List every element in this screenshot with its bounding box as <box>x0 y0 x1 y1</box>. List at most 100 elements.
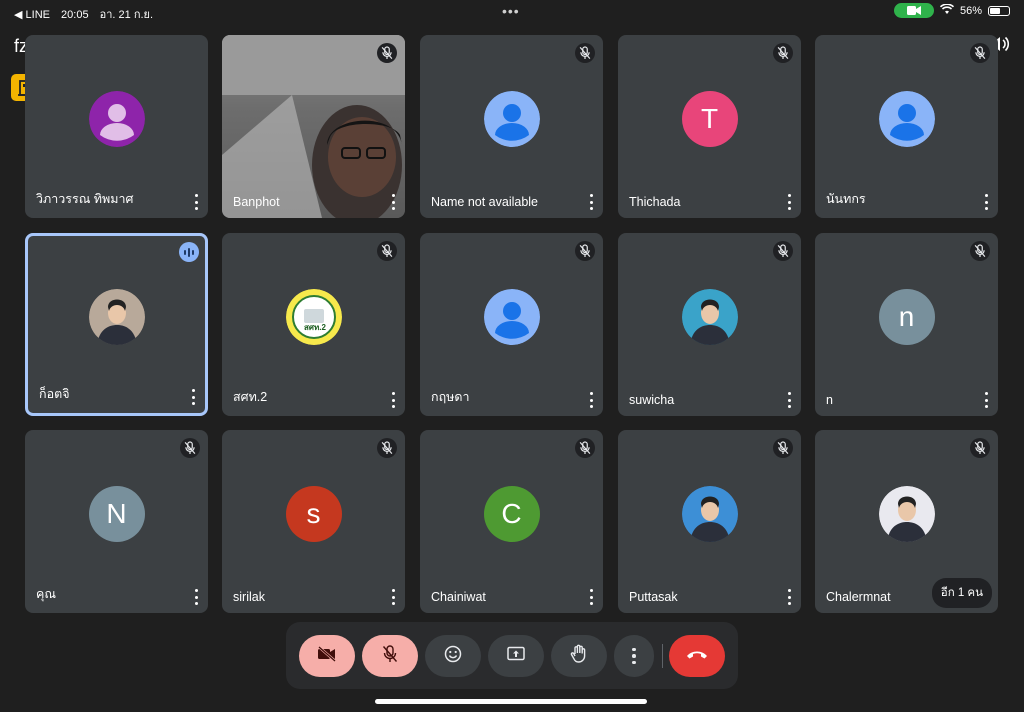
participant-tile[interactable]: Banphot <box>222 35 405 218</box>
mic-muted-icon <box>180 438 200 458</box>
participant-avatar <box>285 288 342 345</box>
call-controls-bar <box>286 622 738 689</box>
tile-more-options-icon[interactable] <box>783 392 795 408</box>
end-call-button[interactable] <box>669 635 725 677</box>
participant-name: คุณ <box>36 587 56 601</box>
more-vertical-icon <box>632 647 636 665</box>
participant-tile[interactable]: N คุณ <box>25 430 208 613</box>
participant-avatar: C <box>483 485 540 542</box>
participant-tile[interactable]: nn <box>815 233 998 416</box>
status-time: 20:05 <box>61 9 89 21</box>
participant-tile[interactable]: suwicha <box>618 233 801 416</box>
tile-more-options-icon[interactable] <box>585 392 597 408</box>
participant-name: Puttasak <box>629 590 678 604</box>
participant-name: n <box>826 393 833 407</box>
tile-more-options-icon[interactable] <box>585 589 597 605</box>
participant-name: Name not available <box>431 195 539 209</box>
smiley-icon <box>444 645 462 668</box>
mic-muted-icon <box>377 43 397 63</box>
participant-avatar <box>88 90 145 147</box>
more-participants-badge[interactable]: อีก 1 คน <box>931 578 992 608</box>
avatar-letter: n <box>898 300 915 332</box>
participant-name: วิภาวรรณ ทิพมาศ <box>36 192 134 206</box>
participant-tile[interactable]: Chalermnat อีก 1 คน <box>815 430 998 613</box>
mic-muted-icon <box>575 438 595 458</box>
mic-muted-icon <box>773 241 793 261</box>
tile-more-options-icon[interactable] <box>190 589 202 605</box>
participant-tile[interactable]: วิภาวรรณ ทิพมาศ <box>25 35 208 218</box>
avatar-letter: N <box>106 497 127 529</box>
multitask-dots-icon[interactable]: ••• <box>502 3 520 19</box>
avatar-letter: s <box>306 497 321 529</box>
home-indicator[interactable] <box>375 699 647 704</box>
present-screen-icon <box>507 646 525 667</box>
mic-muted-icon <box>575 241 595 261</box>
participant-avatar <box>483 288 540 345</box>
participant-avatar: n <box>878 288 935 345</box>
status-bar: ◀ LINE 20:05 อา. 21 ก.ย. ••• 56% <box>0 0 1024 22</box>
participant-avatar <box>88 288 145 345</box>
more-options-button[interactable] <box>614 635 654 677</box>
raise-hand-icon <box>570 644 588 669</box>
speaking-indicator-icon <box>179 242 199 262</box>
participant-tile[interactable]: Puttasak <box>618 430 801 613</box>
mic-muted-icon <box>970 438 990 458</box>
participant-avatar: N <box>88 485 145 542</box>
battery-percent: 56% <box>959 4 982 17</box>
participant-tile[interactable]: T Thichada <box>618 35 801 218</box>
tile-more-options-icon[interactable] <box>387 194 399 210</box>
participant-name: สศท.2 <box>233 390 268 404</box>
camera-off-button[interactable] <box>299 635 355 677</box>
participant-name: Chalermnat <box>826 590 891 604</box>
avatar-letter: T <box>700 102 719 134</box>
participant-name: กฤษดา <box>431 390 470 404</box>
participant-tile[interactable]: Name not available <box>420 35 603 218</box>
participant-video <box>222 35 405 218</box>
status-date: อา. 21 ก.ย. <box>99 9 154 21</box>
back-to-app-link[interactable]: ◀ LINE <box>14 9 50 21</box>
controls-divider <box>662 644 663 668</box>
present-screen-button[interactable] <box>488 635 544 677</box>
participant-name: ก็อตจิ <box>39 387 70 401</box>
camera-in-use-icon <box>893 3 934 18</box>
tile-more-options-icon[interactable] <box>980 194 992 210</box>
participant-avatar: T <box>681 90 738 147</box>
tile-more-options-icon[interactable] <box>980 392 992 408</box>
mic-muted-icon <box>970 241 990 261</box>
mic-muted-icon <box>773 43 793 63</box>
battery-icon <box>988 5 1010 16</box>
participant-name: Banphot <box>233 195 280 209</box>
participant-avatar <box>483 90 540 147</box>
tile-more-options-icon[interactable] <box>387 589 399 605</box>
tile-more-options-icon[interactable] <box>585 194 597 210</box>
participant-name: Thichada <box>629 195 681 209</box>
participant-name: Chainiwat <box>431 590 486 604</box>
participant-tile[interactable]: s sirilak <box>222 430 405 613</box>
participant-avatar <box>878 90 935 147</box>
logo-text: สศท.2 <box>304 323 326 332</box>
participant-tile[interactable]: สศท.2 สศท.2 <box>222 233 405 416</box>
raise-hand-button[interactable] <box>551 635 607 677</box>
mic-off-icon <box>382 644 398 668</box>
participant-tile[interactable]: นันทกร <box>815 35 998 218</box>
mic-muted-icon <box>773 438 793 458</box>
participant-name: suwicha <box>629 393 675 407</box>
hang-up-icon <box>686 647 708 665</box>
mic-off-button[interactable] <box>362 635 418 677</box>
reactions-button[interactable] <box>425 635 481 677</box>
tile-more-options-icon[interactable] <box>783 589 795 605</box>
participant-tile[interactable]: กฤษดา <box>420 233 603 416</box>
participant-avatar <box>681 288 738 345</box>
participant-name: sirilak <box>233 590 265 604</box>
video-off-icon <box>317 645 337 667</box>
tile-more-options-icon[interactable] <box>783 194 795 210</box>
tile-more-options-icon[interactable] <box>187 389 199 405</box>
tile-more-options-icon[interactable] <box>387 392 399 408</box>
participant-avatar <box>681 485 738 542</box>
participant-tile[interactable]: ก็อตจิ <box>25 233 208 416</box>
wifi-icon <box>939 2 955 18</box>
mic-muted-icon <box>575 43 595 63</box>
participant-avatar <box>878 485 935 542</box>
tile-more-options-icon[interactable] <box>190 194 202 210</box>
participant-tile[interactable]: C Chainiwat <box>420 430 603 613</box>
